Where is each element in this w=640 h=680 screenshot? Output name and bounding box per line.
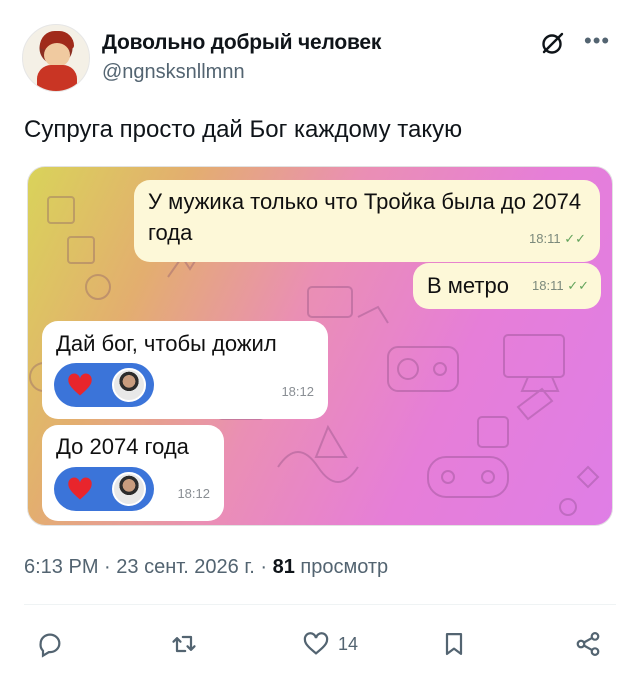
tweet-header: Довольно добрый человек @ngnsksnllmnn ••… bbox=[22, 24, 622, 94]
message-bubble-incoming[interactable]: До 2074 года 18:12 bbox=[42, 425, 224, 521]
share-button[interactable] bbox=[574, 624, 602, 664]
message-text: До 2074 года bbox=[56, 434, 189, 459]
retweet-icon bbox=[172, 635, 196, 653]
like-button[interactable]: 14 bbox=[302, 624, 358, 664]
meta-separator: · bbox=[260, 556, 268, 578]
meta-separator: · bbox=[104, 556, 111, 578]
bookmark-icon bbox=[445, 632, 463, 656]
views-label: просмотр bbox=[300, 556, 389, 578]
reaction-pill[interactable] bbox=[54, 363, 154, 407]
reaction-pill[interactable] bbox=[54, 467, 154, 511]
reactor-avatar bbox=[112, 472, 146, 506]
tweet-time[interactable]: 6:13 PM bbox=[24, 556, 98, 578]
message-text: У мужика только что Тройка была до 2074 … bbox=[148, 189, 582, 245]
reactor-avatar bbox=[112, 368, 146, 402]
share-icon bbox=[576, 632, 600, 656]
author-avatar[interactable] bbox=[22, 24, 90, 92]
message-bubble-outgoing[interactable]: У мужика только что Тройка была до 2074 … bbox=[134, 180, 600, 262]
reply-button[interactable] bbox=[36, 624, 64, 664]
message-time: 18:11 ✓✓ bbox=[529, 231, 586, 246]
tweet-meta: 6:13 PM · 23 сент. 2026 г. · 81 просмотр bbox=[24, 556, 388, 579]
message-time: 18:12 bbox=[281, 384, 314, 399]
tweet-text: Супруга просто дай Бог каждому такую bbox=[24, 116, 463, 143]
heart-icon bbox=[68, 477, 92, 500]
author-display-name[interactable]: Довольно добрый человек bbox=[102, 31, 381, 55]
avatar-face bbox=[44, 43, 70, 67]
message-time: 18:12 bbox=[177, 486, 210, 501]
divider bbox=[24, 604, 616, 605]
author-handle[interactable]: @ngnsksnllmnn bbox=[102, 61, 245, 84]
views-count: 81 bbox=[272, 556, 295, 578]
tweet-actions: 14 bbox=[0, 624, 640, 668]
message-text: В метро bbox=[427, 273, 509, 298]
message-bubble-incoming[interactable]: Дай бог, чтобы дожил 18:12 bbox=[42, 321, 328, 419]
like-icon bbox=[303, 632, 329, 655]
tweet-date[interactable]: 23 сент. 2026 г. bbox=[116, 556, 255, 578]
reply-icon bbox=[39, 633, 61, 658]
heart-icon bbox=[68, 373, 92, 396]
retweet-button[interactable] bbox=[170, 624, 198, 664]
read-checkmarks-icon: ✓✓ bbox=[564, 231, 586, 246]
read-checkmarks-icon: ✓✓ bbox=[567, 278, 589, 293]
likes-count: 14 bbox=[338, 633, 359, 654]
more-icon[interactable]: ••• bbox=[584, 28, 610, 54]
message-text: Дай бог, чтобы дожил bbox=[56, 331, 277, 356]
avatar-body bbox=[37, 65, 77, 91]
message-time: 18:11 ✓✓ bbox=[532, 278, 589, 293]
grok-icon[interactable] bbox=[540, 30, 566, 56]
chat-screenshot: У мужика только что Тройка была до 2074 … bbox=[27, 166, 613, 526]
bookmark-button[interactable] bbox=[440, 624, 468, 664]
message-bubble-outgoing[interactable]: В метро 18:11 ✓✓ bbox=[413, 263, 601, 309]
